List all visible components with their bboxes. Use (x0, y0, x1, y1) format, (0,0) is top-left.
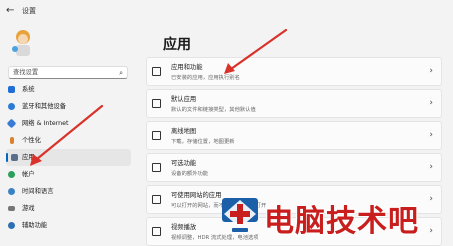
arrow-to-apps-features (229, 28, 288, 71)
watermark-text: 电脑技术吧 (264, 204, 419, 239)
monitor-logo-icon (222, 198, 258, 232)
arrow-to-apps-nav (35, 104, 104, 161)
watermark-logo: 电脑技术吧 (212, 190, 452, 240)
